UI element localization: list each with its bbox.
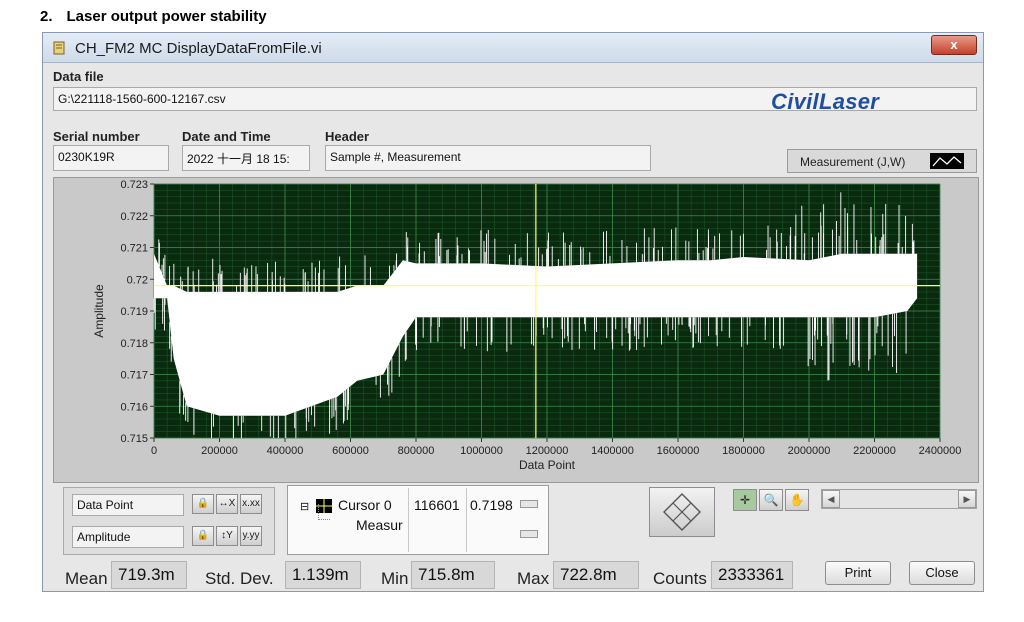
document-heading: 2. Laser output power stability [40, 8, 267, 25]
pan-hand-icon[interactable]: ✋ [785, 489, 809, 511]
window-close-button[interactable]: x [931, 35, 977, 55]
x-tick-label: 200000 [201, 445, 238, 457]
counts-label: Counts [653, 569, 707, 588]
scroll-left-icon[interactable]: ◀ [822, 490, 840, 508]
data-file-label: Data file [53, 69, 104, 84]
close-button[interactable]: Close [909, 561, 975, 585]
waveform-graph-frame: 0 200000 400000 600000 800000 1000000 1200000 1… [53, 177, 979, 483]
scroll-right-icon[interactable]: ▶ [958, 490, 976, 508]
x-tick-label: 2000000 [788, 445, 831, 457]
y-tick-label: 0.721 [120, 243, 148, 255]
x-tick-label: 600000 [332, 445, 369, 457]
plot-legend[interactable]: Measurement (J,W) [787, 149, 977, 173]
column-divider [466, 488, 467, 552]
y-tick-label: 0.723 [120, 179, 148, 191]
legend-line-swatch [930, 153, 964, 169]
x-autoscale-icon[interactable]: ↔X [216, 494, 238, 514]
column-divider [408, 488, 409, 552]
cursor-legend[interactable]: ⊟ Cursor 0 116601 0.7198 Measur [287, 485, 549, 555]
cursor-move-button[interactable] [649, 487, 715, 537]
y-tick-label: 0.717 [120, 370, 148, 382]
legend-label: Measurement (J,W) [800, 155, 906, 169]
y-tick-label: 0.722 [120, 211, 148, 223]
y-tick-label: 0.72 [127, 274, 148, 286]
cursor-name: Cursor 0 [338, 497, 392, 513]
serial-number-field[interactable]: 0230K19R [53, 145, 169, 171]
zoom-tool-icon[interactable]: 🔍 [759, 489, 783, 511]
date-time-field[interactable]: 2022 十一月 18 15: [182, 145, 310, 171]
title-bar: CH_FM2 MC DisplayDataFromFile.vi x [43, 33, 983, 63]
vi-window: CH_FM2 MC DisplayDataFromFile.vi x Data … [42, 32, 984, 592]
x-tick-label: 0 [151, 445, 157, 457]
crosshair-tool-icon[interactable]: ✛ [733, 489, 757, 511]
y-format-icon[interactable]: y.yy [240, 526, 262, 546]
y-tick-label: 0.718 [120, 338, 148, 350]
mean-label: Mean [65, 569, 108, 588]
civillaser-logo: CivilLaser [771, 89, 880, 114]
min-label: Min [381, 569, 409, 588]
y-tick-label: 0.719 [120, 306, 148, 318]
cursor-scroll-down[interactable] [520, 530, 538, 538]
cursor-plot-name: Measur [356, 517, 403, 533]
x-axis-label: Data Point [519, 458, 576, 472]
x-lock-icon[interactable]: 🔒 [192, 494, 214, 514]
std-dev-label: Std. Dev. [205, 569, 274, 588]
x-scale-name[interactable]: Data Point [72, 494, 184, 516]
diamond-arrows-icon [663, 493, 701, 531]
std-dev-value: 1.139m [285, 561, 361, 589]
header-label: Header [325, 129, 370, 144]
date-time-label: Date and Time [182, 129, 271, 144]
x-tick-label: 1400000 [591, 445, 634, 457]
cursor-x-value: 116601 [414, 497, 460, 513]
collapse-icon[interactable]: ⊟ [300, 500, 309, 513]
max-label: Max [517, 569, 550, 588]
x-tick-label: 2200000 [853, 445, 896, 457]
horizontal-scrollbar[interactable]: ◀ ▶ [821, 489, 977, 509]
y-autoscale-icon[interactable]: ↕Y [216, 526, 238, 546]
heading-text: Laser output power stability [66, 8, 267, 25]
window-title: CH_FM2 MC DisplayDataFromFile.vi [75, 40, 322, 57]
max-value: 722.8m [553, 561, 639, 589]
y-tick-label: 0.716 [120, 401, 148, 413]
cursor-scroll-up[interactable] [520, 500, 538, 508]
x-tick-label: 1000000 [460, 445, 503, 457]
x-tick-label: 1200000 [526, 445, 569, 457]
x-format-icon[interactable]: x.xx [240, 494, 262, 514]
waveform-graph[interactable]: 0 200000 400000 600000 800000 1000000 1200000 1… [54, 178, 978, 482]
x-tick-label: 1800000 [722, 445, 765, 457]
print-button[interactable]: Print [825, 561, 891, 585]
header-field[interactable]: Sample #, Measurement [325, 145, 651, 171]
serial-number-label: Serial number [53, 129, 140, 144]
heading-number: 2. [40, 8, 53, 25]
min-value: 715.8m [411, 561, 495, 589]
counts-value: 2333361 [711, 561, 793, 589]
labview-icon [53, 41, 65, 55]
y-axis-label: Amplitude [92, 284, 106, 338]
x-tick-label: 800000 [398, 445, 435, 457]
y-scale-name[interactable]: Amplitude [72, 526, 184, 548]
scale-legend: Data Point 🔒 ↔X x.xx Amplitude 🔒 ↕Y y.yy [63, 487, 275, 555]
mean-value: 719.3m [111, 561, 187, 589]
x-tick-label: 1600000 [657, 445, 700, 457]
tree-connector [318, 504, 330, 520]
cursor-y-value: 0.7198 [470, 497, 513, 513]
x-tick-label: 2400000 [919, 445, 962, 457]
x-tick-label: 400000 [267, 445, 304, 457]
y-tick-label: 0.715 [120, 433, 148, 445]
y-lock-icon[interactable]: 🔒 [192, 526, 214, 546]
